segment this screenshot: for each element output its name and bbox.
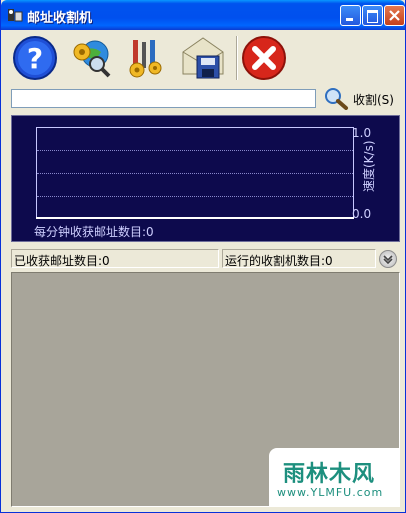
toolbar-separator [236, 36, 238, 80]
search-magnifier-icon [325, 88, 348, 110]
tools-icon [129, 40, 162, 78]
watermark-url: www.YLMFU.com [277, 486, 384, 499]
speed-graph: 1.0 0.0 速度(K/s) 每分钟收获邮址数目:0 [11, 115, 400, 242]
exit-button[interactable] [240, 34, 290, 82]
main-window: 邮址收割机 ? 收割(S) 1.0 0.0 速度(K/s) 每分钟收获邮址数目:… [0, 0, 406, 513]
toolbar: ? [7, 32, 399, 84]
graph-plot-area [36, 127, 354, 219]
y-tick-min: 0.0 [352, 207, 372, 221]
mail-save-icon [182, 37, 224, 79]
grid-line [37, 196, 353, 197]
mail-save-button[interactable] [179, 34, 229, 82]
address-input[interactable] [11, 89, 316, 108]
graph-baseline [36, 217, 354, 219]
tools-button[interactable] [123, 34, 173, 82]
window-title: 邮址收割机 [27, 11, 93, 26]
help-button[interactable]: ? [11, 34, 61, 82]
title-bar[interactable]: 邮址收割机 [1, 0, 405, 30]
y-tick-max: 1.0 [352, 126, 372, 140]
watermark-title: 雨林木风 [283, 462, 376, 487]
chevron-down-icon [383, 255, 393, 264]
maximize-button[interactable] [362, 5, 383, 26]
settings-globe-icon [73, 40, 111, 78]
app-icon [8, 9, 23, 22]
help-icon: ? [13, 36, 57, 80]
grid-line [37, 173, 353, 174]
harvested-count: 已收获邮址数目:0 [11, 249, 219, 268]
expand-button[interactable] [379, 250, 397, 268]
y-axis-label: 速度(K/s) [362, 140, 376, 192]
svg-text:?: ? [27, 42, 43, 75]
minimize-button[interactable] [340, 5, 361, 26]
close-x-icon [242, 36, 286, 80]
settings-button[interactable] [67, 34, 117, 82]
close-button[interactable] [384, 5, 405, 26]
harvest-button[interactable]: 收割(S) [323, 86, 403, 110]
status-bar: 已收获邮址数目:0 运行的收割机数目:0 [11, 249, 401, 268]
harvest-button-label: 收割(S) [353, 93, 394, 107]
running-count: 运行的收割机数目:0 [222, 249, 376, 268]
grid-line [37, 150, 353, 151]
graph-caption: 每分钟收获邮址数目:0 [34, 225, 154, 239]
watermark: 雨林木风 www.YLMFU.com [269, 448, 399, 506]
